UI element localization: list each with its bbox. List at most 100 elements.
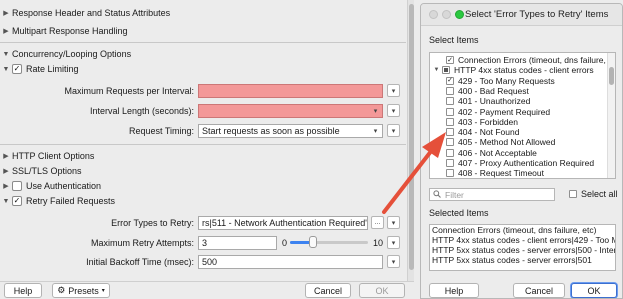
- error-types-label: Error Types to Retry:: [111, 218, 194, 228]
- tree-item-checkbox[interactable]: ✓: [446, 76, 454, 85]
- selected-items-label: Selected Items: [429, 208, 489, 218]
- section-response-header[interactable]: ▶ Response Header and Status Attributes: [2, 6, 170, 20]
- dialog-titlebar[interactable]: Select 'Error Types to Retry' Items: [421, 4, 622, 26]
- disclosure-triangle-icon[interactable]: ▶: [2, 9, 10, 17]
- disclosure-triangle-open-icon[interactable]: ▼: [2, 66, 10, 73]
- dialog-title: Select 'Error Types to Retry' Items: [465, 9, 609, 20]
- use-authentication-label: Use Authentication: [26, 181, 102, 191]
- items-tree[interactable]: ✓ Connection Errors (timeout, dns failure…: [429, 52, 616, 179]
- max-requests-menu-button[interactable]: ▾: [387, 84, 400, 97]
- tree-item-label: 403 - Forbidden: [458, 116, 519, 127]
- section-multipart[interactable]: ▶ Multipart Response Handling: [2, 24, 127, 38]
- minimize-window-icon[interactable]: [442, 10, 451, 19]
- help-button-label: Help: [444, 285, 464, 296]
- tree-row[interactable]: 402 - Payment Required: [433, 107, 550, 117]
- tree-row[interactable]: ✓ Connection Errors (timeout, dns failure…: [433, 55, 616, 65]
- select-all-checkbox[interactable]: [569, 190, 577, 198]
- error-types-input[interactable]: rs|511 - Network Authentication Required…: [198, 216, 368, 230]
- ok-button[interactable]: OK: [359, 283, 405, 298]
- list-item[interactable]: HTTP 5xx status codes - server errors|50…: [430, 245, 615, 255]
- tree-item-checkbox[interactable]: [446, 159, 454, 167]
- tree-item-checkbox[interactable]: [446, 117, 454, 126]
- chevron-down-icon[interactable]: ▾: [370, 125, 381, 137]
- error-types-value: rs|511 - Network Authentication Required…: [202, 218, 368, 228]
- dialog-help-button[interactable]: Help: [429, 283, 479, 298]
- tree-item-checkbox[interactable]: [446, 138, 454, 147]
- disclosure-triangle-icon[interactable]: ▶: [2, 182, 10, 190]
- max-retry-value: 3: [202, 238, 208, 248]
- scrollbar-thumb[interactable]: [609, 67, 614, 85]
- dialog-ok-button[interactable]: OK: [571, 283, 617, 298]
- section-label: SSL/TLS Options: [12, 166, 82, 176]
- chevron-down-icon: ▾: [391, 219, 396, 227]
- settings-scrollbar[interactable]: [407, 0, 414, 281]
- backoff-menu-button[interactable]: ▾: [387, 255, 400, 268]
- tree-row[interactable]: ✓ 429 - Too Many Requests: [433, 76, 555, 86]
- presets-button[interactable]: ⚙ Presets ▾: [52, 283, 110, 298]
- retry-failed-checkbox[interactable]: ✓: [12, 196, 22, 206]
- filter-input[interactable]: Filter: [429, 188, 555, 201]
- disclosure-triangle-icon[interactable]: ▶: [2, 167, 10, 175]
- rate-limiting-checkbox[interactable]: ✓: [12, 64, 22, 74]
- tree-item-checkbox[interactable]: [446, 148, 454, 157]
- selected-items-list[interactable]: Connection Errors (timeout, dns failure,…: [429, 224, 616, 271]
- tree-row[interactable]: 407 - Proxy Authentication Required: [433, 158, 594, 168]
- interval-length-input[interactable]: [198, 104, 383, 118]
- slider-max-label: 10: [373, 238, 384, 248]
- disclosure-triangle-open-icon[interactable]: ▼: [433, 67, 440, 73]
- list-item[interactable]: HTTP 4xx status codes - client errors|42…: [430, 235, 615, 245]
- disclosure-triangle-open-icon[interactable]: ▼: [2, 51, 10, 58]
- tree-item-checkbox[interactable]: [446, 97, 454, 106]
- disclosure-triangle-icon[interactable]: ▶: [2, 152, 10, 160]
- gear-icon: ⚙: [57, 285, 66, 295]
- scrollbar-thumb[interactable]: [409, 4, 414, 270]
- select-items-label: Select Items: [429, 35, 479, 45]
- zoom-window-icon[interactable]: [455, 10, 464, 19]
- max-requests-label: Maximum Requests per Interval:: [64, 86, 194, 96]
- tree-item-checkbox[interactable]: [446, 128, 454, 137]
- tree-item-label: 404 - Not Found: [458, 127, 520, 138]
- error-types-menu-button[interactable]: ▾: [387, 216, 400, 229]
- tree-row[interactable]: 403 - Forbidden: [433, 117, 518, 127]
- request-timing-menu-button[interactable]: ▾: [387, 124, 400, 137]
- cancel-button[interactable]: Cancel: [305, 283, 351, 298]
- max-requests-input[interactable]: [198, 84, 383, 98]
- use-authentication-checkbox[interactable]: [12, 181, 22, 191]
- help-button[interactable]: Help: [4, 283, 42, 298]
- section-concurrency[interactable]: ▼ Concurrency/Looping Options: [2, 47, 132, 61]
- browse-error-types-button[interactable]: ...: [371, 216, 384, 229]
- tree-item-checkbox[interactable]: ✓: [446, 56, 454, 64]
- close-window-icon[interactable]: [429, 10, 438, 19]
- max-retry-slider[interactable]: [290, 236, 368, 248]
- section-ssl-tls[interactable]: ▶ SSL/TLS Options: [2, 164, 82, 178]
- max-retry-input[interactable]: 3: [198, 236, 277, 250]
- slider-knob[interactable]: [309, 236, 318, 248]
- disclosure-triangle-open-icon[interactable]: ▼: [2, 198, 10, 205]
- dialog-cancel-button[interactable]: Cancel: [513, 283, 565, 298]
- chevron-down-icon[interactable]: ▾: [370, 105, 381, 117]
- list-item[interactable]: HTTP 5xx status codes - server errors|50…: [430, 255, 615, 265]
- select-all-row: Select all: [569, 189, 618, 199]
- tree-item-checkbox[interactable]: [442, 66, 450, 75]
- tree-row[interactable]: 405 - Method Not Allowed: [433, 137, 555, 147]
- tree-row[interactable]: 406 - Not Acceptable: [433, 148, 537, 158]
- disclosure-triangle-icon[interactable]: ▶: [2, 27, 10, 35]
- tree-row[interactable]: ▼ HTTP 4xx status codes - client errors: [433, 65, 594, 75]
- interval-length-label: Interval Length (seconds):: [89, 106, 194, 116]
- max-retry-menu-button[interactable]: ▾: [387, 236, 400, 249]
- tree-scrollbar[interactable]: [607, 53, 615, 178]
- request-timing-value: Start requests as soon as possible: [202, 126, 340, 136]
- tree-row[interactable]: 408 - Request Timeout: [433, 168, 544, 178]
- interval-length-menu-button[interactable]: ▾: [387, 104, 400, 117]
- tree-row[interactable]: 401 - Unauthorized: [433, 96, 530, 106]
- tree-row[interactable]: 400 - Bad Request: [433, 86, 529, 96]
- tree-item-checkbox[interactable]: [446, 86, 454, 95]
- tree-item-checkbox[interactable]: [446, 169, 454, 178]
- request-timing-select[interactable]: Start requests as soon as possible: [198, 124, 383, 138]
- list-item[interactable]: Connection Errors (timeout, dns failure,…: [430, 225, 615, 235]
- backoff-input[interactable]: 500: [198, 255, 383, 269]
- section-http-client[interactable]: ▶ HTTP Client Options: [2, 149, 94, 163]
- tree-item-checkbox[interactable]: [446, 107, 454, 116]
- tree-row[interactable]: 404 - Not Found: [433, 127, 519, 137]
- tree-item-label: Connection Errors (timeout, dns failure,…: [458, 55, 616, 65]
